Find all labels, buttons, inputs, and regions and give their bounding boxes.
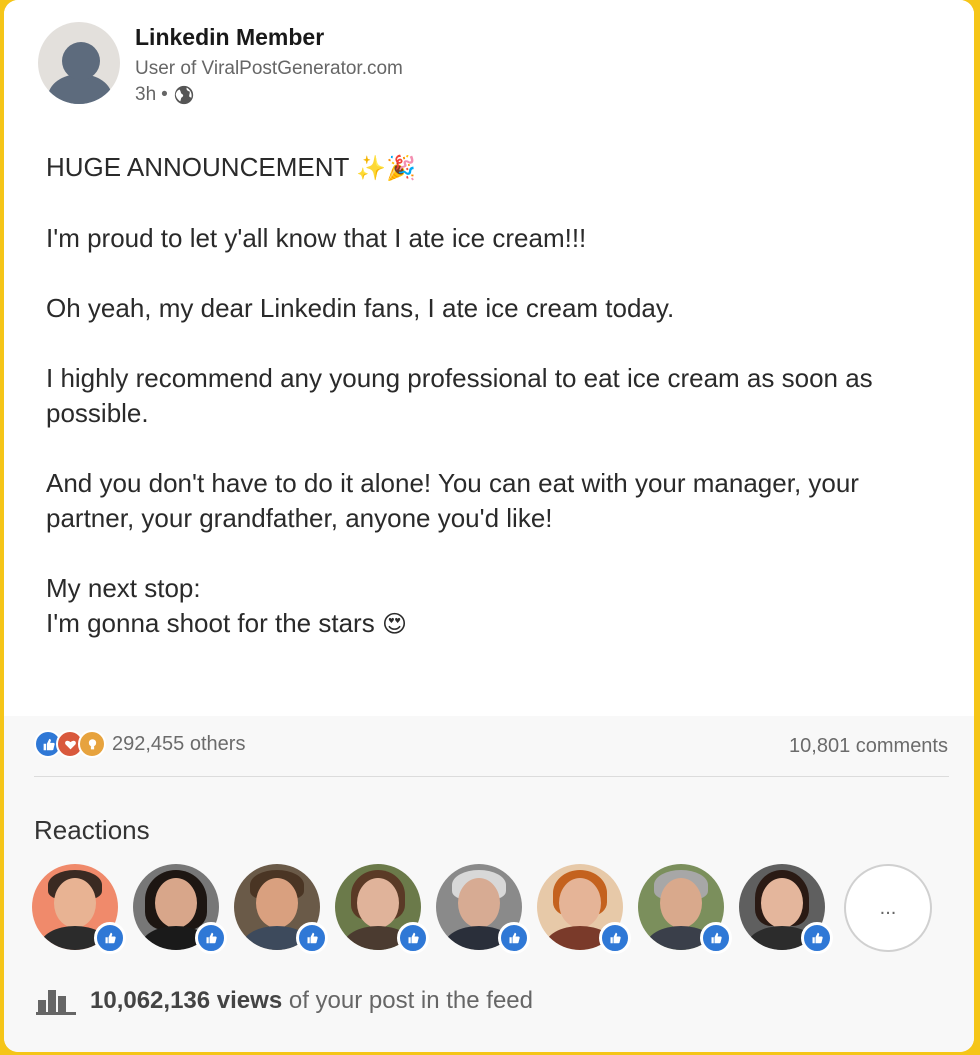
post-line: I'm gonna shoot for the stars 😍 [46, 608, 407, 638]
post-line: I'm proud to let y'all know that I ate i… [46, 223, 587, 253]
like-badge-icon [94, 922, 126, 954]
more-reactions-button[interactable]: ... [844, 864, 932, 952]
post-text: HUGE ANNOUNCEMENT ✨🎉 I'm proud to let y'… [46, 150, 936, 642]
post-meta: 3h • [135, 84, 195, 106]
bar-chart-icon [36, 990, 76, 1015]
comments-count[interactable]: 10,801 comments [789, 735, 948, 758]
divider [34, 776, 949, 777]
author-name[interactable]: Linkedin Member [135, 24, 324, 51]
like-badge-icon [801, 922, 833, 954]
post-line: I highly recommend any young professiona… [46, 363, 873, 428]
like-badge-icon [599, 922, 631, 954]
sparkles-party-emoji: ✨🎉 [356, 154, 416, 182]
post-views[interactable]: 10,062,136 views of your post in the fee… [36, 986, 533, 1016]
heart-eyes-emoji: 😍 [381, 610, 407, 638]
insightful-reaction-icon [78, 730, 106, 758]
like-badge-icon [296, 922, 328, 954]
post-line: Oh yeah, my dear Linkedin fans, I ate ic… [46, 293, 675, 323]
reactions-count[interactable]: 292,455 others [112, 733, 245, 756]
post-line: And you don't have to do it alone! You c… [46, 468, 859, 533]
views-count: 10,062,136 views [90, 987, 283, 1014]
author-subtitle: User of ViralPostGenerator.com [135, 58, 403, 79]
like-badge-icon [195, 922, 227, 954]
globe-icon [174, 85, 193, 105]
post-time: 3h [135, 84, 157, 105]
post-line: HUGE ANNOUNCEMENT ✨🎉 [46, 152, 416, 182]
post-line: My next stop: [46, 573, 201, 603]
author-avatar[interactable] [38, 22, 120, 104]
like-badge-icon [397, 922, 429, 954]
like-badge-icon [498, 922, 530, 954]
views-suffix: of your post in the feed [288, 987, 534, 1014]
reactions-heading: Reactions [34, 815, 150, 845]
meta-separator: • [161, 84, 168, 105]
reaction-summary-icons[interactable] [34, 730, 106, 758]
like-badge-icon [700, 922, 732, 954]
post-card: Linkedin Member User of ViralPostGenerat… [4, 0, 974, 1052]
